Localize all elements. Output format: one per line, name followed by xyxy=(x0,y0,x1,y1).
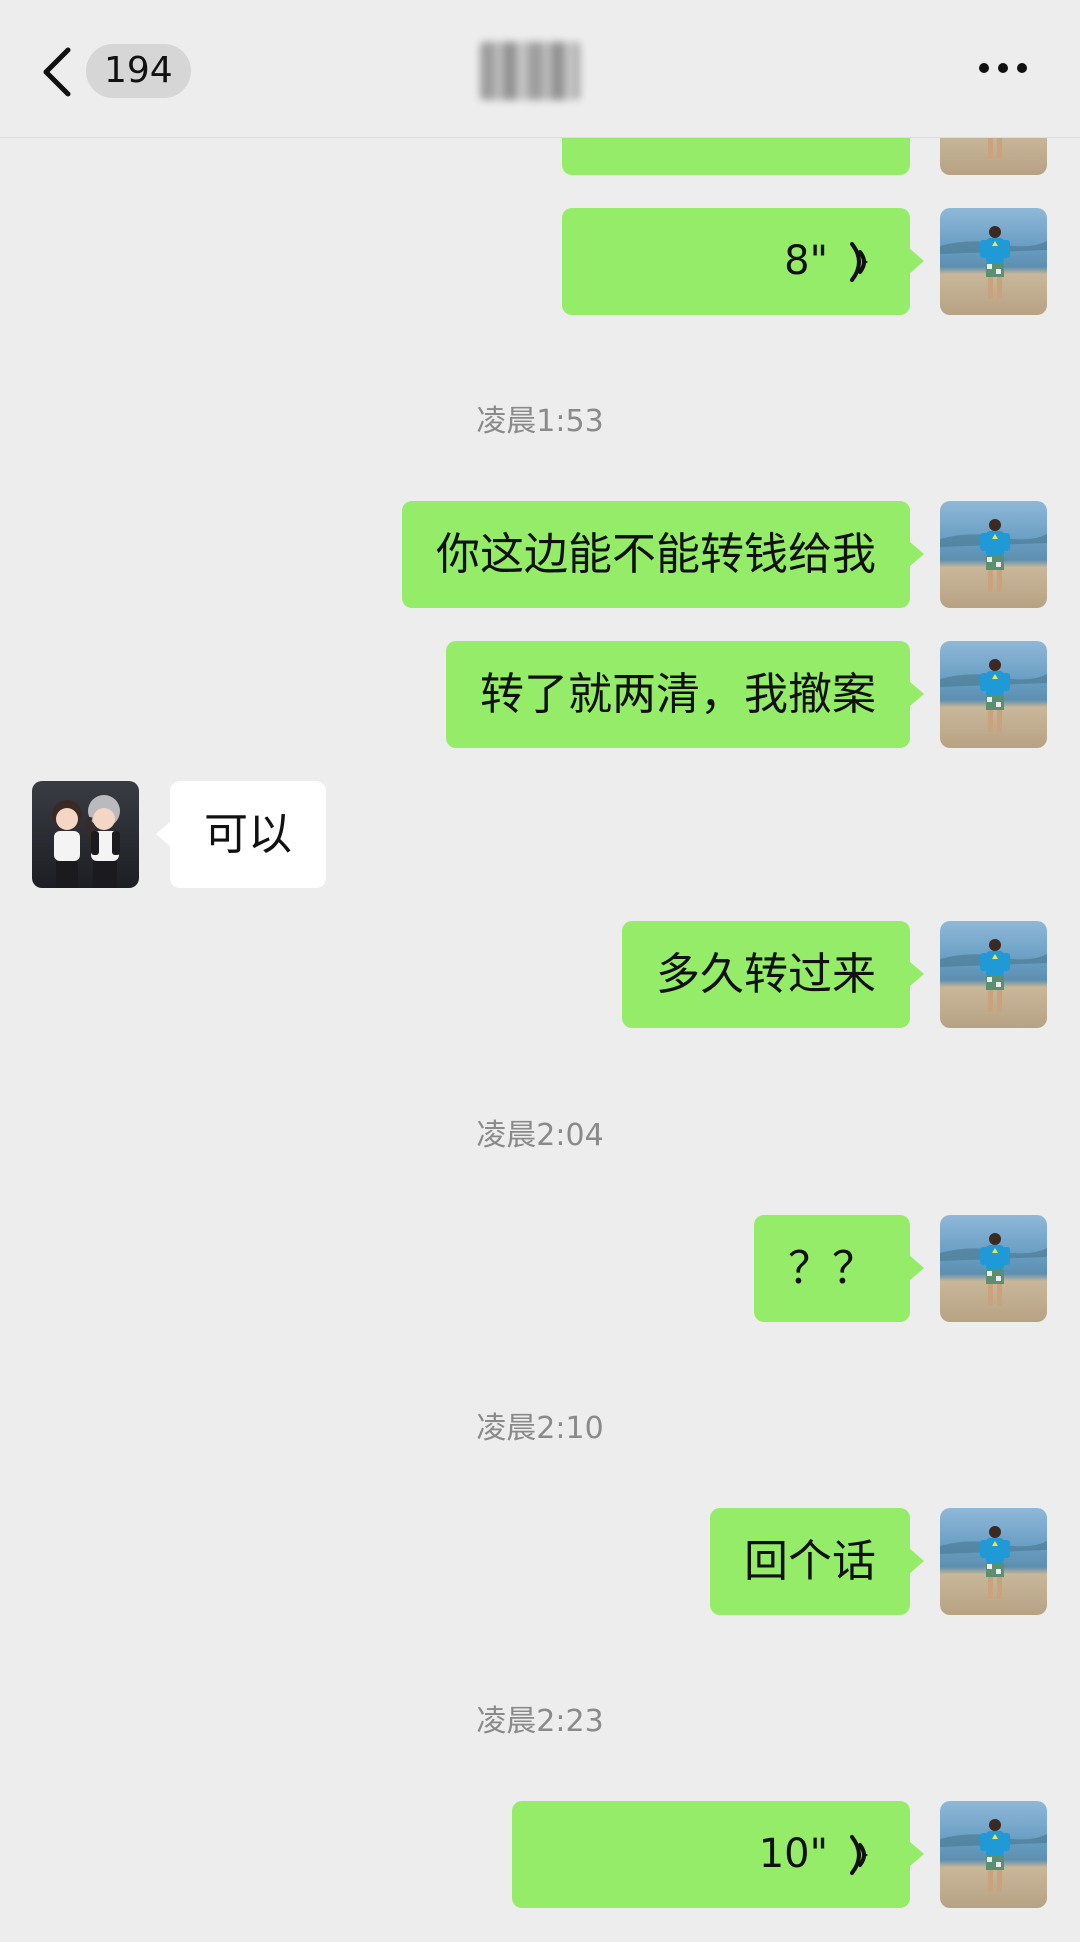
timestamp: 凌晨2:10 xyxy=(476,1411,604,1446)
my-avatar[interactable] xyxy=(940,921,1047,1028)
message-text: ？？ xyxy=(788,1243,876,1294)
contact-avatar[interactable] xyxy=(32,781,139,888)
contact-name-blurred xyxy=(480,42,580,100)
my-avatar[interactable] xyxy=(940,1801,1047,1908)
my-avatar[interactable] xyxy=(940,501,1047,608)
voice-message-bubble[interactable]: 10" xyxy=(512,1801,924,1908)
my-avatar[interactable] xyxy=(940,1215,1047,1322)
my-avatar[interactable] xyxy=(940,641,1047,748)
message-text: 可以 xyxy=(204,809,292,860)
my-avatar[interactable] xyxy=(940,208,1047,315)
unread-count-badge[interactable]: 194 xyxy=(86,44,191,98)
voice-wave-icon xyxy=(850,241,868,282)
text-message-bubble[interactable]: 转了就两清，我撤案 xyxy=(446,641,924,748)
voice-message-bubble[interactable]: 8" xyxy=(562,208,924,315)
text-message-bubble[interactable]: ？？ xyxy=(754,1215,924,1322)
header-overlay: 194 xyxy=(0,0,1080,138)
more-dots-icon[interactable] xyxy=(978,60,1028,76)
message-text: 你这边能不能转钱给我 xyxy=(436,529,876,580)
chevron-left-icon[interactable] xyxy=(40,46,74,98)
my-avatar[interactable] xyxy=(940,1508,1047,1615)
text-message-bubble[interactable]: 你这边能不能转钱给我 xyxy=(402,501,924,608)
message-text: 转了就两清，我撤案 xyxy=(480,669,876,720)
timestamp: 凌晨2:23 xyxy=(476,1704,604,1739)
text-message-bubble[interactable]: 回个话 xyxy=(710,1508,924,1615)
timestamp: 凌晨2:04 xyxy=(476,1118,604,1153)
timestamp: 凌晨1:53 xyxy=(476,404,604,439)
text-message-bubble[interactable]: 可以 xyxy=(156,781,326,888)
message-text: 多久转过来 xyxy=(656,949,876,1000)
text-message-bubble[interactable]: 多久转过来 xyxy=(622,921,924,1028)
voice-wave-icon xyxy=(850,1834,868,1875)
message-text: 回个话 xyxy=(744,1536,876,1587)
